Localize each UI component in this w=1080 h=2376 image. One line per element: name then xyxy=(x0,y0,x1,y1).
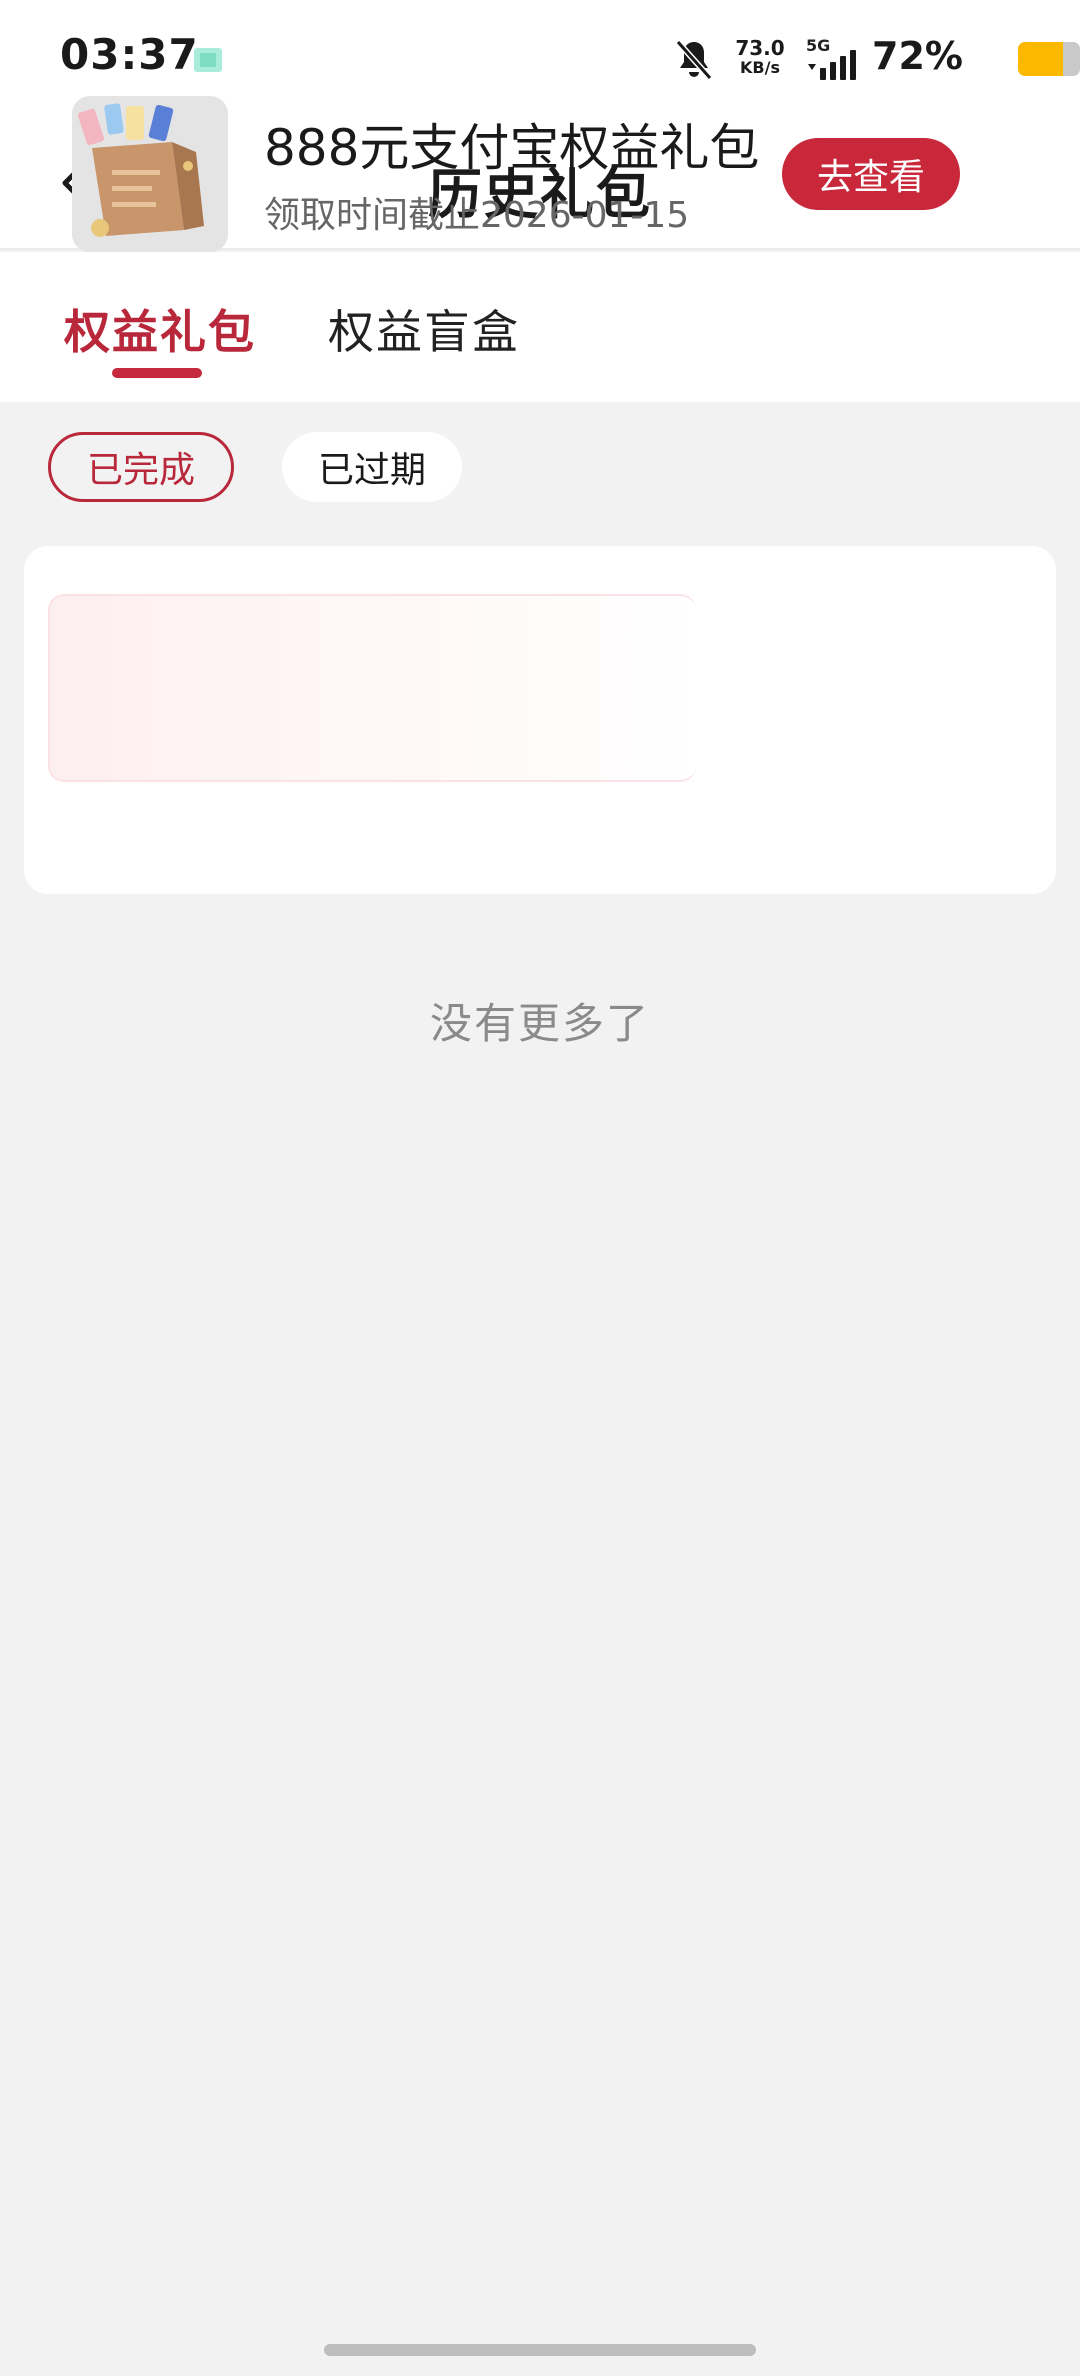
page: 03:37 73.0 KB/s 5G 72% 历史礼包 权益礼包 权益盲盒 已完… xyxy=(0,0,1080,2376)
net-speed-unit: KB/s xyxy=(740,58,780,77)
filter-expired-chip[interactable]: 已过期 xyxy=(282,432,462,502)
battery-icon xyxy=(1018,42,1080,76)
bell-muted-icon xyxy=(675,40,713,80)
view-gift-button[interactable]: 去查看 xyxy=(782,138,960,210)
battery-fill xyxy=(1018,42,1063,76)
tab-rights-package[interactable]: 权益礼包 xyxy=(64,296,256,362)
no-more-text: 没有更多了 xyxy=(429,999,650,1048)
signal-icon xyxy=(808,50,856,80)
gift-title: 888元支付宝权益礼包 xyxy=(264,119,760,177)
net-speed: 73.0 KB/s xyxy=(730,38,790,78)
gift-bag-image xyxy=(72,96,228,252)
tabs-bar: 权益礼包 权益盲盒 xyxy=(0,252,1080,402)
filter-completed-chip[interactable]: 已完成 xyxy=(48,432,234,502)
battery-percent: 72% xyxy=(872,34,963,78)
gift-card xyxy=(24,546,1056,894)
gift-bag-illustration xyxy=(72,96,228,252)
gift-card-highlight xyxy=(48,594,696,782)
gift-deadline: 领取时间截止2026-01-15 xyxy=(264,195,690,236)
net-speed-value: 73.0 xyxy=(735,36,785,60)
active-tab-indicator xyxy=(112,368,202,378)
notification-app-icon xyxy=(194,48,222,72)
status-time: 03:37 xyxy=(60,30,199,79)
home-indicator[interactable] xyxy=(324,2344,756,2356)
tab-rights-blind-box[interactable]: 权益盲盒 xyxy=(328,296,520,362)
